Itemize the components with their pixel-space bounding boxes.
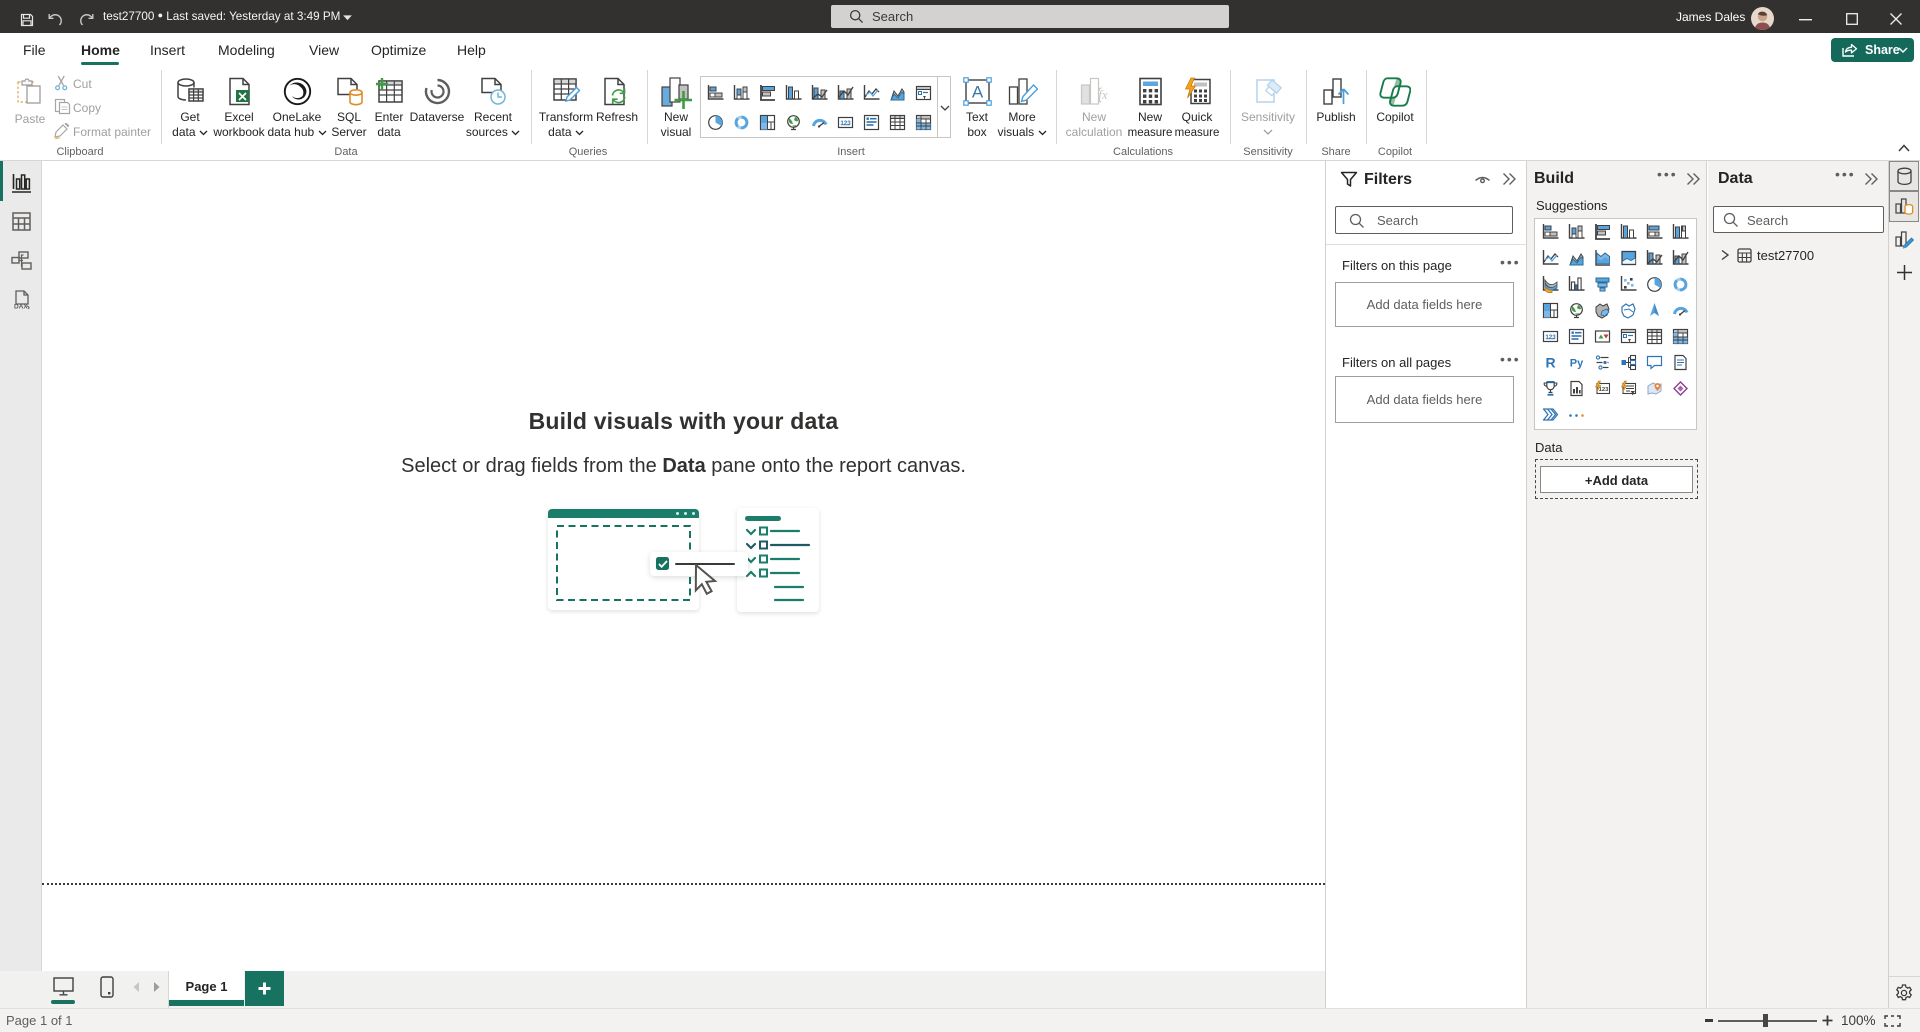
svg-text:fx: fx	[1098, 87, 1108, 102]
svg-text:A: A	[972, 83, 984, 102]
svg-text:DAX: DAX	[14, 304, 28, 311]
